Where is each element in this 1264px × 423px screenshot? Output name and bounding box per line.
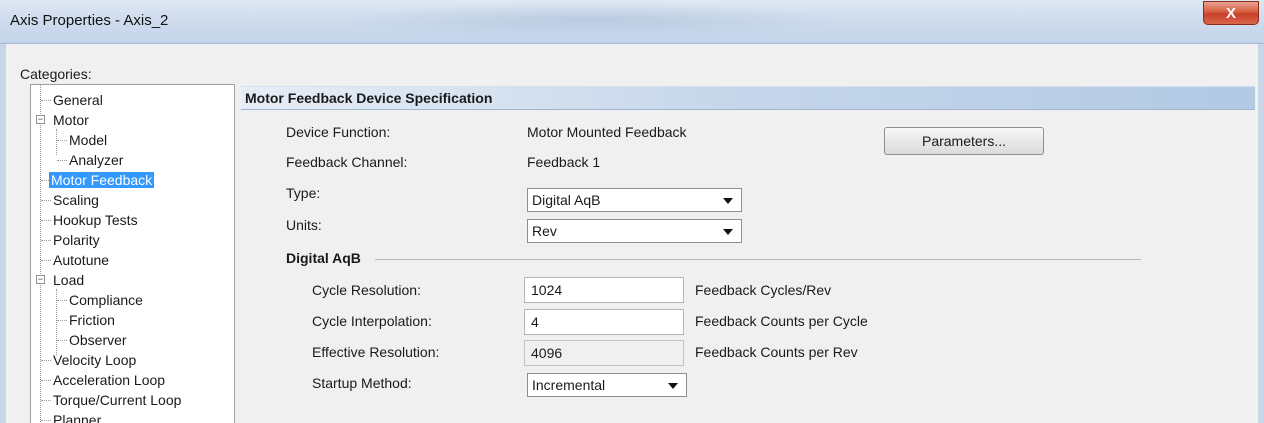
- tree-item-compliance[interactable]: Compliance: [67, 290, 145, 310]
- tree-item-scaling[interactable]: Scaling: [51, 190, 101, 210]
- parameters-button[interactable]: Parameters...: [884, 127, 1044, 155]
- tree-load-line: [56, 289, 57, 355]
- tree-branch: [57, 140, 67, 141]
- cycle-interpolation-label: Cycle Interpolation:: [312, 313, 432, 329]
- tree-branch: [57, 320, 67, 321]
- cycle-resolution-label: Cycle Resolution:: [312, 282, 421, 298]
- tree-item-load[interactable]: Load: [51, 270, 86, 290]
- cycle-resolution-unit: Feedback Cycles/Rev: [695, 282, 832, 298]
- effective-resolution-unit: Feedback Counts per Rev: [695, 344, 858, 360]
- feedback-channel-label: Feedback Channel:: [286, 154, 408, 170]
- tree-item-autotune[interactable]: Autotune: [51, 250, 111, 270]
- device-function-label: Device Function:: [286, 124, 391, 140]
- feedback-channel-value: Feedback 1: [527, 154, 601, 170]
- tree-item-polarity[interactable]: Polarity: [51, 230, 102, 250]
- chevron-down-icon: [723, 198, 733, 204]
- cycle-interpolation-input[interactable]: 4: [524, 309, 684, 335]
- close-button[interactable]: X: [1203, 1, 1259, 25]
- tree-branch: [41, 220, 51, 221]
- tree-item-model[interactable]: Model: [67, 130, 109, 150]
- categories-tree[interactable]: General − Motor Model Analyzer Motor Fee…: [30, 84, 235, 423]
- chevron-down-icon: [668, 383, 678, 389]
- effective-resolution-label: Effective Resolution:: [312, 344, 440, 360]
- tree-branch: [57, 300, 67, 301]
- title-bar: Axis Properties - Axis_2 X: [0, 0, 1264, 44]
- tree-branch: [41, 360, 51, 361]
- tree-item-motor[interactable]: Motor: [51, 110, 91, 130]
- type-label: Type:: [286, 185, 321, 201]
- tree-branch: [57, 340, 67, 341]
- type-select[interactable]: Digital AqB: [527, 188, 742, 212]
- tree-item-motor-feedback[interactable]: Motor Feedback: [49, 170, 155, 190]
- tree-branch: [41, 260, 51, 261]
- units-select-value: Rev: [532, 223, 557, 239]
- tree-item-friction[interactable]: Friction: [67, 310, 117, 330]
- tree-branch: [41, 240, 51, 241]
- tree-branch: [41, 100, 51, 101]
- chevron-down-icon: [723, 229, 733, 235]
- tree-branch: [57, 160, 67, 161]
- device-function-value: Motor Mounted Feedback: [527, 124, 687, 140]
- units-select[interactable]: Rev: [527, 219, 742, 243]
- units-label: Units:: [286, 217, 322, 233]
- window-title: Axis Properties - Axis_2: [10, 12, 169, 29]
- tree-item-hookup-tests[interactable]: Hookup Tests: [51, 210, 140, 230]
- close-icon: X: [1225, 4, 1236, 22]
- tree-branch: [41, 380, 51, 381]
- cycle-interpolation-unit: Feedback Counts per Cycle: [695, 313, 868, 329]
- tree-item-general[interactable]: General: [51, 90, 105, 110]
- tree-branch: [41, 420, 51, 421]
- tree-item-observer[interactable]: Observer: [67, 330, 129, 350]
- title-bar-glass: [330, 2, 850, 38]
- panel-header: Motor Feedback Device Specification: [241, 86, 1255, 110]
- tree-motor-line: [56, 129, 57, 155]
- tree-item-velocity-loop[interactable]: Velocity Loop: [51, 350, 138, 370]
- startup-method-select[interactable]: Incremental: [527, 373, 687, 397]
- tree-item-torque-current-loop[interactable]: Torque/Current Loop: [51, 390, 183, 410]
- tree-item-planner[interactable]: Planner: [51, 410, 103, 423]
- startup-method-select-value: Incremental: [532, 377, 606, 393]
- categories-label: Categories:: [20, 66, 92, 82]
- tree-item-acceleration-loop[interactable]: Acceleration Loop: [51, 370, 167, 390]
- tree-item-analyzer[interactable]: Analyzer: [67, 150, 125, 170]
- collapse-icon[interactable]: −: [36, 275, 45, 284]
- section-divider: [375, 259, 1141, 260]
- collapse-icon[interactable]: −: [36, 115, 45, 124]
- section-title: Digital AqB: [286, 250, 361, 266]
- tree-root-line: [40, 85, 41, 423]
- cycle-resolution-input[interactable]: 1024: [524, 277, 684, 303]
- tree-branch: [41, 400, 51, 401]
- startup-method-label: Startup Method:: [312, 375, 412, 391]
- effective-resolution-field: 4096: [524, 340, 684, 366]
- tree-branch: [41, 200, 51, 201]
- type-select-value: Digital AqB: [532, 192, 601, 208]
